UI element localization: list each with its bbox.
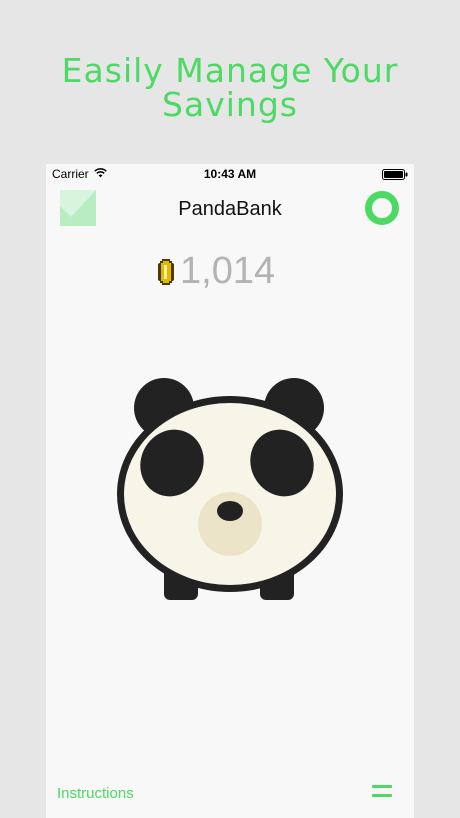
app-screen: Carrier 10:43 AM PandaBank 1,014 Instruc… [46, 164, 414, 818]
headline-line-2: Savings [162, 85, 298, 124]
ring-icon[interactable] [364, 190, 400, 226]
balance-display: 1,014 [158, 250, 275, 293]
balance-value: 1,014 [180, 250, 276, 292]
status-bar: Carrier 10:43 AM [46, 164, 414, 184]
status-time: 10:43 AM [203, 167, 257, 181]
battery-icon [382, 169, 408, 180]
coin-icon [158, 258, 174, 285]
panda-icon[interactable] [112, 376, 348, 602]
headline-line-1: Easily Manage Your [61, 51, 399, 90]
app-title: PandaBank [178, 198, 282, 220]
menu-icon[interactable] [372, 784, 392, 800]
promo-headline: Easily Manage Your Savings [0, 54, 460, 122]
instructions-link[interactable]: Instructions [57, 785, 134, 802]
